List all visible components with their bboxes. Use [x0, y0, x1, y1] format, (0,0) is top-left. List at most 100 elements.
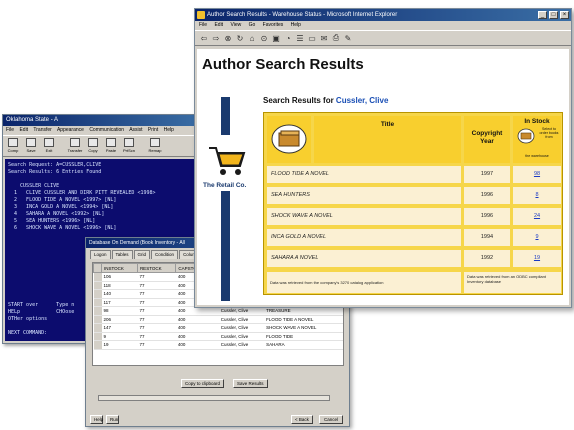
- row-selector[interactable]: [93, 323, 102, 333]
- stop-icon[interactable]: ⊗: [223, 33, 233, 43]
- terminal-menu-assist[interactable]: Assist: [129, 127, 142, 133]
- grid-col-restock[interactable]: RESTOCK: [136, 263, 177, 273]
- copy-to-clipboard-button[interactable]: Copy to clipboard: [181, 379, 225, 388]
- paste-button[interactable]: Paste: [103, 138, 119, 155]
- browser-titlebar: Author Search Results - Warehouse Status…: [195, 9, 571, 21]
- in-stock-link[interactable]: 98: [513, 166, 561, 183]
- mail-icon[interactable]: ✉: [319, 33, 329, 43]
- terminal-line: 4 SAHARA A NOVEL <1992> [NL]: [8, 211, 105, 217]
- row-selector[interactable]: [93, 306, 102, 316]
- row-selector[interactable]: [93, 340, 102, 350]
- terminal-title: Oklahoma State - A: [3, 115, 201, 126]
- table-cell: Cussler, Clive: [218, 340, 265, 350]
- row-selector[interactable]: [93, 281, 102, 290]
- row-selector[interactable]: [93, 289, 102, 299]
- exit-button[interactable]: Exit: [41, 138, 57, 155]
- print-icon[interactable]: ⎙: [331, 33, 341, 43]
- forward-arrow-icon[interactable]: ⇨: [211, 33, 221, 43]
- search-results-prefix: Search Results for: [263, 96, 336, 105]
- table-row[interactable]: 147 77 400 Cussler, Clive SHOCK WAVE A NOVEL: [93, 323, 343, 333]
- row-selector[interactable]: [93, 272, 102, 282]
- table-cell: 117: [101, 298, 138, 307]
- back-arrow-icon[interactable]: ⇦: [199, 33, 209, 43]
- copy-icon: [88, 138, 98, 147]
- terminal-menu-appearance[interactable]: Appearance: [57, 127, 84, 133]
- remap-button[interactable]: Remap: [147, 138, 163, 155]
- browser-menubar: File Edit View Go Favorites Help: [195, 21, 571, 30]
- col-stock-header: In Stock Select to order books from the …: [513, 116, 561, 163]
- stock-note: Select to order books from: [539, 127, 559, 139]
- table-row[interactable]: 9 77 400 Cussler, Clive FLOOD TIDE: [93, 332, 343, 341]
- row-selector[interactable]: [93, 332, 102, 341]
- row-selector[interactable]: [93, 298, 102, 307]
- results-footer: Data was retrieved from the company's 32…: [267, 272, 561, 293]
- transfer-button[interactable]: Transfer: [67, 138, 83, 155]
- prtscn-button[interactable]: PrtScn: [121, 138, 137, 155]
- back-button[interactable]: < Back: [291, 415, 313, 424]
- footer-left-note: Data was retrieved from the company's 32…: [267, 272, 461, 293]
- menu-go[interactable]: Go: [249, 22, 256, 28]
- menu-favorites[interactable]: Favorites: [263, 22, 284, 28]
- search-author[interactable]: Cussler, Clive: [336, 96, 388, 105]
- copy-label: Copy: [88, 148, 98, 153]
- save-button[interactable]: Save: [23, 138, 39, 155]
- book-title: SHOCK WAVE A NOVEL: [267, 208, 461, 225]
- home-icon[interactable]: ⌂: [247, 33, 257, 43]
- cancel-button[interactable]: Cancel: [319, 415, 343, 424]
- terminal-menu-communication[interactable]: Communication: [89, 127, 124, 133]
- menu-edit[interactable]: Edit: [214, 22, 223, 28]
- browser-title: Author Search Results - Warehouse Status…: [207, 12, 398, 18]
- browser-toolbar: ⇦ ⇨ ⊗ ↻ ⌂ ⊙ ▣ ◔ ☰ ▭ ✉ ⎙ ✎: [195, 30, 571, 46]
- table-cell: SHOCK WAVE A NOVEL: [264, 323, 343, 333]
- history-icon[interactable]: ◔: [283, 33, 293, 43]
- comp-button[interactable]: Comp: [5, 138, 21, 155]
- terminal-menu-file[interactable]: File: [6, 127, 14, 133]
- edit-icon[interactable]: ✎: [343, 33, 353, 43]
- footer-right-note: Data was retrieved from an ODBC complian…: [464, 272, 561, 293]
- maximize-icon[interactable]: □: [549, 11, 558, 19]
- grid-col-instock[interactable]: INSTOCK: [101, 263, 138, 273]
- terminal-menu-edit[interactable]: Edit: [19, 127, 28, 133]
- table-cell: 400: [175, 340, 219, 350]
- fullscreen-icon[interactable]: ▭: [307, 33, 317, 43]
- copy-button[interactable]: Copy: [85, 138, 101, 155]
- table-cell: 77: [137, 281, 176, 290]
- table-row: FLOOD TIDE A NOVEL 1997 98: [267, 166, 561, 184]
- transfer-icon: [70, 138, 80, 147]
- search-icon[interactable]: ⊙: [259, 33, 269, 43]
- save-results-button[interactable]: Save Results: [233, 379, 268, 388]
- table-cell: 400: [175, 315, 219, 324]
- table-row[interactable]: 206 77 400 Cussler, Clive FLOOD TIDE A NOVEL: [93, 315, 343, 324]
- help-button[interactable]: Help: [90, 415, 103, 424]
- favorites-icon[interactable]: ▣: [271, 33, 281, 43]
- menu-file[interactable]: File: [199, 22, 207, 28]
- table-cell: 77: [137, 306, 176, 316]
- tab-tables[interactable]: Tables: [111, 250, 133, 259]
- table-cell: 77: [137, 323, 176, 333]
- in-stock-link[interactable]: 8: [513, 187, 561, 204]
- tab-logon[interactable]: Logon: [90, 250, 111, 259]
- remap-label: Remap: [148, 148, 162, 153]
- row-selector[interactable]: [93, 315, 102, 324]
- table-cell: Cussler, Clive: [218, 315, 265, 324]
- menu-view[interactable]: View: [230, 22, 241, 28]
- terminal-menubar: File Edit Transfer Appearance Communicat…: [3, 126, 201, 135]
- minimize-icon[interactable]: _: [538, 11, 547, 19]
- tab-grid[interactable]: Grid: [133, 250, 151, 259]
- book-title: INCA GOLD A NOVEL: [267, 229, 461, 246]
- terminal-menu-transfer[interactable]: Transfer: [33, 127, 51, 133]
- terminal-menu-print[interactable]: Print: [148, 127, 158, 133]
- channels-icon[interactable]: ☰: [295, 33, 305, 43]
- terminal-menu-help[interactable]: Help: [164, 127, 174, 133]
- in-stock-link[interactable]: 24: [513, 208, 561, 225]
- in-stock-link[interactable]: 19: [513, 250, 561, 267]
- shopping-cart-icon: [209, 147, 246, 175]
- table-row[interactable]: 19 77 400 Cussler, Clive SAHARA: [93, 340, 343, 350]
- tab-condition[interactable]: Condition: [151, 250, 179, 259]
- run-button[interactable]: Run: [106, 415, 119, 424]
- in-stock-link[interactable]: 9: [513, 229, 561, 246]
- close-icon[interactable]: ×: [560, 11, 569, 19]
- menu-help[interactable]: Help: [291, 22, 301, 28]
- refresh-icon[interactable]: ↻: [235, 33, 245, 43]
- copyright-year: 1992: [464, 250, 510, 267]
